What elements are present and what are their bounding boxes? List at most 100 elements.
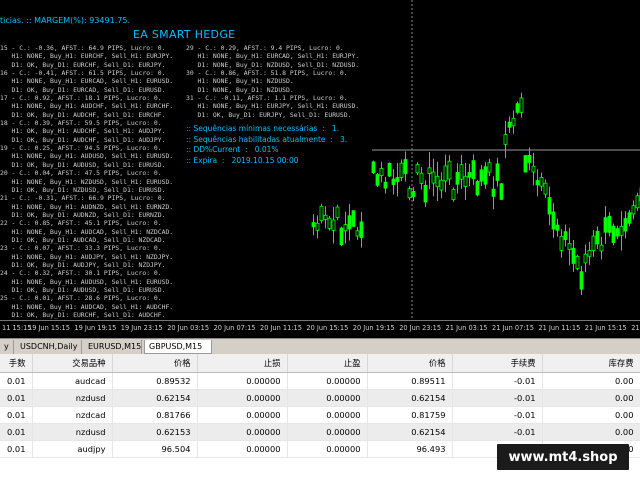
candle-body	[591, 235, 596, 251]
table-cell: -0.01	[452, 406, 543, 424]
candle-body	[331, 219, 336, 231]
candle-body	[583, 253, 588, 264]
candle-body	[519, 97, 524, 113]
candle-body	[623, 218, 628, 232]
candle-body	[599, 244, 604, 252]
price-chart[interactable]: ticias. :: MARGEM(%): 93491.75. EA SMART…	[0, 0, 640, 338]
table-row[interactable]: 0.01 audcad 0.89532 0.00000 0.00000 0.89511 -0…	[0, 372, 640, 390]
pair-line: D1: NONE, Buy_D1: NZDUSD.	[186, 85, 294, 94]
pair-line: 18 - C.: 0.39, AFST.: 59.5 PIPS, Lucro: …	[0, 119, 162, 128]
candle-body	[415, 164, 420, 174]
candle-body	[555, 224, 560, 231]
column-header[interactable]: 止盈	[287, 354, 368, 373]
candle-body	[431, 171, 436, 184]
pair-line: D1: OK, Buy_D1: AUDNZD, Sell_D1: EURNZD.	[0, 210, 166, 219]
candle-body	[531, 165, 536, 173]
column-header[interactable]: 手续费	[452, 354, 543, 373]
table-cell: 0.01	[0, 372, 33, 390]
pair-line: 31 - C.: -0.11, AFST.: 1.1 PIPS, Lucro: …	[186, 94, 348, 103]
pair-line: H1: NONE, Buy_H1: AUDCAD, Sell_H1: AUDCH…	[0, 302, 174, 311]
pair-line: D1: OK, Buy_D1: EURCHF, Sell_D1: AUDCHF.	[0, 311, 166, 319]
table-cell: 0.01	[0, 389, 33, 407]
candle-body	[559, 235, 564, 251]
time-tick-label: 19 Jun 15:15	[28, 324, 70, 332]
column-header[interactable]: 止损	[197, 354, 288, 373]
table-cell: 0.62153	[112, 423, 198, 441]
candle-body	[387, 162, 392, 177]
time-tick-label: 21 Jun 03:15	[445, 324, 488, 332]
candle-body	[483, 166, 488, 185]
time-tick-label: 21 Jun 15:15	[584, 324, 627, 332]
pair-line: D1: OK, Buy_D1: NZDUSD, Sell_D1: EURUSD.	[0, 185, 166, 194]
pair-line: 29 - C.: 0.29, AFST.: 9.4 PIPS, Lucro: 0…	[186, 44, 344, 52]
candle-body	[395, 177, 400, 183]
candle-body	[627, 212, 632, 224]
chart-tab[interactable]: EURUSD,M15	[84, 340, 142, 354]
candle-body	[327, 217, 332, 229]
candle-body	[315, 222, 320, 231]
candle-body	[587, 250, 592, 257]
table-cell: 0.00000	[287, 372, 368, 390]
table-row[interactable]: 0.01 nzdusd 0.62153 0.00000 0.00000 0.62154 -0…	[0, 423, 640, 441]
table-cell: 0.01	[0, 440, 33, 458]
pair-line: H1: NONE, Buy_H1: AUDJPY, Sell_H1: NZDJP…	[0, 252, 174, 261]
candle-body	[355, 230, 360, 237]
column-header[interactable]: 价格	[112, 354, 198, 373]
candle-body	[631, 205, 636, 215]
pair-line: H1: NONE, Buy_H1: EURCAD, Sell_H1: EURJP…	[186, 52, 360, 61]
table-row[interactable]: 0.01 nzdusd 0.62154 0.00000 0.00000 0.62154 -0…	[0, 389, 640, 407]
table-cell: 0.00000	[287, 423, 368, 441]
candle-body	[371, 161, 376, 174]
pair-line: H1: NONE, Buy_H1: EURCAD, Sell_H1: EURUS…	[0, 77, 174, 86]
pair-list-right: 29 - C.: 0.29, AFST.: 9.4 PIPS, Lucro: 0…	[186, 44, 359, 119]
candle-body	[323, 214, 328, 220]
pair-line: 21 - C.: -0.31, AFST.: 66.9 PIPS, Lucro:…	[0, 194, 166, 203]
pair-line: H1: NONE, Buy_H1: NZDUSD, Sell_H1: EURUS…	[0, 177, 174, 186]
table-cell: 0.62154	[367, 423, 453, 441]
table-cell: nzdcad	[32, 406, 113, 424]
time-tick-label: 21 Jun 07:15	[492, 324, 534, 332]
candle-body	[551, 211, 556, 230]
candle-body	[603, 217, 608, 233]
pair-line: H1: NONE, Buy_H1: NZDUSD.	[186, 77, 294, 86]
candle-body	[607, 215, 612, 233]
table-cell: 96.504	[112, 440, 198, 458]
time-tick-label: 20 Jun 11:15	[260, 324, 302, 332]
candle-body	[619, 226, 624, 236]
time-tick-label: 20 Jun 07:15	[213, 324, 256, 332]
pair-line: H1: NONE, Buy_H1: AUDCHF, Sell_H1: EURCH…	[0, 102, 174, 111]
info-line: :: DD%Current : 0.01%	[186, 145, 279, 154]
pair-line: D1: OK, Buy_D1: AUDCHF, Sell_D1: AUDJPY.	[0, 135, 166, 144]
pair-line: D1: OK, Buy_D1: AUDCHF, Sell_D1: EURCHF.	[0, 110, 166, 119]
chart-tab[interactable]: y	[0, 340, 14, 354]
candle-body	[423, 184, 428, 203]
column-header[interactable]: 库存费	[542, 354, 640, 373]
chart-tab[interactable]: USDCNH,Daily	[16, 340, 82, 354]
candle-body	[535, 180, 540, 186]
table-cell: 0.00000	[197, 372, 288, 390]
table-cell: 0.00000	[287, 389, 368, 407]
candle-body	[383, 181, 388, 189]
candle-body	[347, 215, 352, 230]
pair-line: 30 - C.: 0.86, AFST.: 51.8 PIPS, Lucro: …	[186, 69, 348, 78]
table-cell: 0.62154	[112, 389, 198, 407]
chart-tabs: y USDCNH,Daily EURUSD,M15 GBPUSD,M15	[0, 338, 640, 354]
table-row[interactable]: 0.01 nzdcad 0.81766 0.00000 0.00000 0.81759 -0…	[0, 406, 640, 424]
chart-tab[interactable]: GBPUSD,M15	[144, 340, 212, 354]
info-line: :: Sequências mínimas necessárias : 1.	[186, 124, 339, 133]
candle-body	[447, 160, 452, 180]
table-cell: 0.01	[0, 406, 33, 424]
column-header[interactable]: 手数	[0, 354, 33, 373]
candle-body	[427, 167, 432, 174]
time-tick-label: 20 Jun 19:15	[352, 324, 395, 332]
column-header[interactable]: 价格	[367, 354, 453, 373]
candle-body	[407, 188, 412, 199]
candle-body	[563, 231, 568, 240]
candle-body	[635, 195, 640, 209]
candle-body	[595, 231, 600, 245]
candle-body	[475, 181, 480, 196]
table-cell: nzdusd	[32, 389, 113, 407]
watermark: www.mt4.shop	[497, 444, 629, 470]
candle-body	[511, 117, 516, 127]
column-header[interactable]: 交易品种	[32, 354, 113, 373]
